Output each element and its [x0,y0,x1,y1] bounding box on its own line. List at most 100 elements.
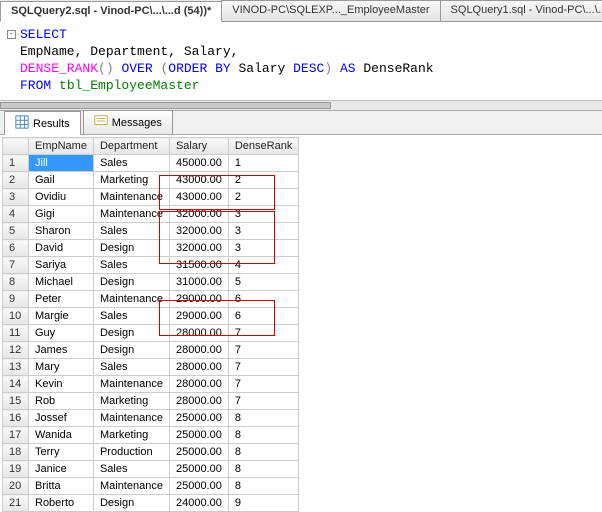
cell[interactable]: Marketing [93,172,169,189]
cell[interactable]: Jill [29,155,94,172]
cell[interactable]: David [29,240,94,257]
cell[interactable]: Michael [29,274,94,291]
cell[interactable]: 25000.00 [169,410,228,427]
cell[interactable]: Maintenance [93,478,169,495]
table-row[interactable]: 17WanidaMarketing25000.008 [3,427,299,444]
cell[interactable]: 25000.00 [169,478,228,495]
cell[interactable]: 3 [228,240,298,257]
cell[interactable]: 8 [228,410,298,427]
cell[interactable]: 8 [228,461,298,478]
table-row[interactable]: 19JaniceSales25000.008 [3,461,299,478]
cell[interactable]: 7 [228,393,298,410]
cell[interactable]: Wanida [29,427,94,444]
col-salary[interactable]: Salary [169,138,228,155]
cell[interactable]: 8 [228,444,298,461]
cell[interactable]: 4 [228,257,298,274]
table-row[interactable]: 5SharonSales32000.003 [3,223,299,240]
table-row[interactable]: 10MargieSales29000.006 [3,308,299,325]
cell[interactable]: Terry [29,444,94,461]
cell[interactable]: 3 [228,223,298,240]
col-department[interactable]: Department [93,138,169,155]
cell[interactable]: Sharon [29,223,94,240]
cell[interactable]: 31500.00 [169,257,228,274]
cell[interactable]: 43000.00 [169,189,228,206]
cell[interactable]: 28000.00 [169,325,228,342]
cell[interactable]: 7 [228,376,298,393]
cell[interactable]: Mary [29,359,94,376]
col-denserank[interactable]: DenseRank [228,138,298,155]
cell[interactable]: 2 [228,172,298,189]
table-row[interactable]: 16JossefMaintenance25000.008 [3,410,299,427]
cell[interactable]: Sales [93,461,169,478]
table-row[interactable]: 14KevinMaintenance28000.007 [3,376,299,393]
table-row[interactable]: 18TerryProduction25000.008 [3,444,299,461]
cell[interactable]: Sales [93,257,169,274]
cell[interactable]: 43000.00 [169,172,228,189]
table-row[interactable]: 3OvidiuMaintenance43000.002 [3,189,299,206]
cell[interactable]: 6 [228,291,298,308]
cell[interactable]: 29000.00 [169,291,228,308]
cell[interactable]: 7 [228,359,298,376]
cell[interactable]: Maintenance [93,291,169,308]
cell[interactable]: Design [93,240,169,257]
cell[interactable]: Margie [29,308,94,325]
cell[interactable]: Britta [29,478,94,495]
sql-code[interactable]: SELECT EmpName, Department, Salary, DENS… [20,26,434,96]
cell[interactable]: Peter [29,291,94,308]
cell[interactable]: 28000.00 [169,376,228,393]
cell[interactable]: Sales [93,155,169,172]
tab-messages[interactable]: Messages [83,110,173,134]
sql-editor[interactable]: - SELECT EmpName, Department, Salary, DE… [0,22,602,100]
tab-results[interactable]: Results [4,111,81,135]
cell[interactable]: 6 [228,308,298,325]
cell[interactable]: Rob [29,393,94,410]
cell[interactable]: Design [93,274,169,291]
cell[interactable]: Maintenance [93,206,169,223]
cell[interactable]: 32000.00 [169,240,228,257]
cell[interactable]: Gail [29,172,94,189]
cell[interactable]: 7 [228,325,298,342]
cell[interactable]: 28000.00 [169,359,228,376]
cell[interactable]: 1 [228,155,298,172]
cell[interactable]: Sariya [29,257,94,274]
table-row[interactable]: 1JillSales45000.001 [3,155,299,172]
cell[interactable]: James [29,342,94,359]
cell[interactable]: Janice [29,461,94,478]
cell[interactable]: Roberto [29,495,94,512]
table-row[interactable]: 21RobertoDesign24000.009 [3,495,299,512]
cell[interactable]: 45000.00 [169,155,228,172]
cell[interactable]: 32000.00 [169,223,228,240]
cell[interactable]: 24000.00 [169,495,228,512]
table-row[interactable]: 20BrittaMaintenance25000.008 [3,478,299,495]
cell[interactable]: Maintenance [93,410,169,427]
cell[interactable]: Design [93,325,169,342]
tab-query2[interactable]: SQLQuery2.sql - Vinod-PC\...\...d (54))* [0,1,222,22]
results-grid[interactable]: EmpName Department Salary DenseRank 1 Jil… [2,137,299,512]
cell[interactable]: Guy [29,325,94,342]
cell[interactable]: 29000.00 [169,308,228,325]
cell[interactable]: Maintenance [93,189,169,206]
editor-horizontal-scrollbar[interactable] [0,100,602,110]
cell[interactable]: Sales [93,223,169,240]
cell[interactable]: 2 [228,189,298,206]
cell[interactable]: 25000.00 [169,444,228,461]
tab-query1[interactable]: SQLQuery1.sql - Vinod-PC\...\...d (52))* [440,0,602,21]
cell[interactable]: 5 [228,274,298,291]
cell[interactable]: Jossef [29,410,94,427]
cell[interactable]: Marketing [93,393,169,410]
cell[interactable]: Marketing [93,427,169,444]
table-row[interactable]: 7SariyaSales31500.004 [3,257,299,274]
tab-employeemaster[interactable]: VINOD-PC\SQLEXP..._EmployeeMaster [221,0,440,21]
table-row[interactable]: 8MichaelDesign31000.005 [3,274,299,291]
cell[interactable]: 28000.00 [169,342,228,359]
collapse-toggle-icon[interactable]: - [7,30,16,39]
cell[interactable]: Design [93,495,169,512]
cell[interactable]: 9 [228,495,298,512]
table-row[interactable]: 15RobMarketing28000.007 [3,393,299,410]
cell[interactable]: 31000.00 [169,274,228,291]
cell[interactable]: Gigi [29,206,94,223]
cell[interactable]: 25000.00 [169,427,228,444]
table-row[interactable]: 11GuyDesign28000.007 [3,325,299,342]
col-empname[interactable]: EmpName [29,138,94,155]
table-row[interactable]: 2GailMarketing43000.002 [3,172,299,189]
